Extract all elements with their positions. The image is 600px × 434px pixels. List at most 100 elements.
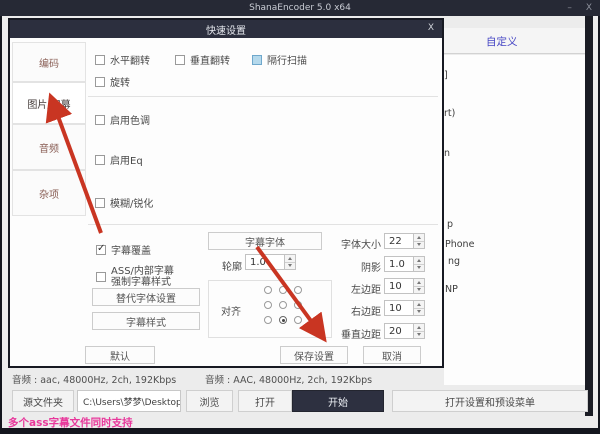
align-radio[interactable]	[264, 301, 272, 309]
spinner-down-button[interactable]	[414, 331, 424, 339]
checkbox-enable-hue[interactable]: 启用色调	[95, 112, 150, 127]
checkbox-ass-force-style[interactable]: ASS/内部字幕 强制字幕样式	[96, 266, 174, 288]
checkbox-box[interactable]	[96, 272, 106, 282]
checkbox-horizontal-flip[interactable]: 水平翻转	[95, 52, 150, 67]
checkbox-box[interactable]	[95, 115, 105, 125]
audio-info-right: 音频 : AAC, 48000Hz, 2ch, 192Kbps	[205, 372, 372, 386]
align-radio[interactable]	[279, 286, 287, 294]
checkbox-box[interactable]	[95, 198, 105, 208]
outline-label: 轮廓	[222, 258, 242, 273]
spinner-down-button[interactable]	[285, 262, 295, 270]
preset-fragment[interactable]: Phone	[445, 239, 474, 250]
checkbox-label: 隔行扫描	[267, 52, 307, 67]
replace-font-settings-button[interactable]: 替代字体设置	[92, 288, 200, 306]
triangle-down-icon	[417, 243, 421, 246]
align-radio[interactable]	[294, 286, 302, 294]
checkbox-box[interactable]	[95, 155, 105, 165]
right-margin-spinner	[414, 300, 425, 316]
align-radio[interactable]	[294, 316, 302, 324]
checkbox-enable-eq[interactable]: 启用Eq	[95, 152, 143, 167]
shadow-label: 阴影	[323, 259, 381, 274]
source-folder-button[interactable]: 源文件夹	[12, 390, 74, 412]
sidebar-tab-audio[interactable]: 音频	[12, 124, 86, 170]
checkbox-box[interactable]	[95, 55, 105, 65]
preset-fragment[interactable]: n	[444, 148, 450, 159]
open-settings-menu-button[interactable]: 打开设置和预设菜单	[392, 390, 588, 412]
start-button[interactable]: 开始	[292, 390, 384, 412]
checkbox-box[interactable]	[95, 77, 105, 87]
align-radio[interactable]	[294, 301, 302, 309]
window-titlebar: ShanaEncoder 5.0 x64 – X	[0, 0, 600, 16]
dialog-close-icon[interactable]: X	[428, 23, 434, 33]
checkbox-vertical-flip[interactable]: 垂直翻转	[175, 52, 230, 67]
spinner-down-button[interactable]	[414, 286, 424, 294]
align-radio[interactable]	[279, 301, 287, 309]
outline-input[interactable]: 1.0	[245, 254, 285, 270]
checkbox-rotate[interactable]: 旋转	[95, 74, 130, 89]
align-radio[interactable]	[279, 316, 287, 324]
preset-fragment[interactable]: NP	[445, 284, 458, 295]
subtitle-font-button[interactable]: 字幕字体	[208, 232, 322, 250]
preset-fragment[interactable]: ]	[444, 70, 448, 81]
triangle-down-icon	[417, 288, 421, 291]
preset-fragment[interactable]: ng	[448, 256, 460, 267]
shadow-input[interactable]: 1.0	[384, 256, 414, 272]
vertical-margin-spinner	[414, 323, 425, 339]
triangle-up-icon	[417, 236, 421, 239]
triangle-down-icon	[417, 266, 421, 269]
right-margin-input[interactable]: 10	[384, 300, 414, 316]
spinner-down-button[interactable]	[414, 308, 424, 316]
checkbox-label-line2: 强制字幕样式	[111, 277, 174, 288]
font-size-label: 字体大小	[323, 236, 381, 251]
align-radio[interactable]	[264, 316, 272, 324]
window-title: ShanaEncoder 5.0 x64	[249, 3, 351, 13]
left-margin-input[interactable]: 10	[384, 278, 414, 294]
default-button[interactable]: 默认	[85, 346, 155, 364]
checkbox-blur-sharpen[interactable]: 模糊/锐化	[95, 195, 153, 210]
vertical-margin-label: 垂直边距	[323, 326, 381, 341]
vertical-margin-input[interactable]: 20	[384, 323, 414, 339]
checkbox-label-line1: ASS/内部字幕	[111, 266, 174, 277]
preset-fragment[interactable]: p	[447, 219, 453, 230]
checkbox-label: 启用Eq	[110, 152, 143, 167]
triangle-up-icon	[417, 259, 421, 262]
dialog-titlebar[interactable]: 快速设置	[10, 20, 442, 38]
preset-fragment[interactable]: rt)	[444, 108, 455, 119]
align-panel: 对齐	[208, 280, 332, 338]
checkbox-label: 字幕覆盖	[111, 242, 151, 257]
spinner-down-button[interactable]	[414, 241, 424, 249]
dialog-title: 快速设置	[206, 22, 246, 37]
browse-button[interactable]: 浏览	[186, 390, 233, 412]
open-button[interactable]: 打开	[238, 390, 292, 412]
triangle-down-icon	[288, 264, 292, 267]
font-size-input[interactable]: 22	[384, 233, 414, 249]
sidebar-tab-image-subtitle[interactable]: 图片/字幕	[12, 82, 86, 124]
screenshot: ShanaEncoder 5.0 x64 – X 自定义 ] rt) n p P…	[0, 0, 600, 434]
checkbox-box[interactable]	[96, 245, 106, 255]
triangle-down-icon	[417, 333, 421, 336]
subtitle-style-button[interactable]: 字幕样式	[92, 312, 200, 330]
checkbox-box[interactable]	[175, 55, 185, 65]
divider	[88, 96, 438, 97]
checkbox-subtitle-overlay[interactable]: 字幕覆盖	[96, 242, 151, 257]
checkbox-interlace-scan[interactable]: 隔行扫描	[252, 52, 307, 67]
cancel-button[interactable]: 取消	[363, 346, 421, 364]
left-margin-spinner	[414, 278, 425, 294]
save-settings-button[interactable]: 保存设置	[280, 346, 348, 364]
panel-right-border	[585, 16, 593, 416]
checkbox-label: 垂直翻转	[190, 52, 230, 67]
checkbox-label: 旋转	[110, 74, 130, 89]
checkbox-box[interactable]	[252, 55, 262, 65]
triangle-up-icon	[417, 281, 421, 284]
sidebar-tab-misc[interactable]: 杂项	[12, 170, 86, 216]
path-input[interactable]: C:\Users\梦梦\Desktop	[77, 390, 181, 412]
triangle-up-icon	[417, 326, 421, 329]
window-close-icon[interactable]: X	[586, 0, 592, 16]
sidebar-tab-encode[interactable]: 编码	[12, 42, 86, 82]
triangle-up-icon	[288, 257, 292, 260]
tab-custom[interactable]: 自定义	[486, 34, 518, 49]
align-radio[interactable]	[264, 286, 272, 294]
spinner-down-button[interactable]	[414, 264, 424, 272]
minimize-icon[interactable]: –	[567, 0, 572, 16]
font-size-spinner	[414, 233, 425, 249]
